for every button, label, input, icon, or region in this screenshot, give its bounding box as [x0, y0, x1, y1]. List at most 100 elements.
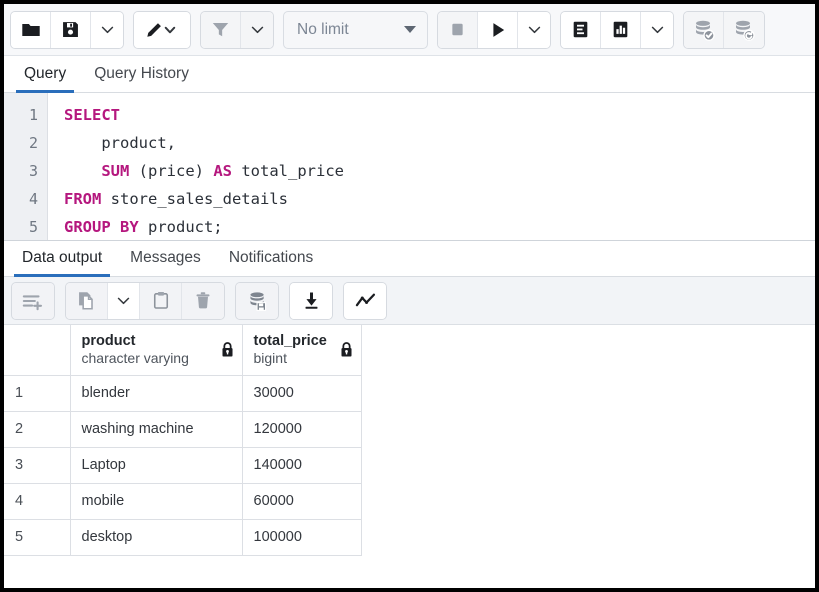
filter-button[interactable] [201, 12, 241, 48]
row-number: 2 [4, 411, 70, 447]
download-group [289, 282, 333, 320]
explain-button-group [560, 11, 674, 49]
sql-token: store_sales_details [101, 190, 288, 208]
tab-query[interactable]: Query [12, 59, 78, 92]
line-number: 3 [4, 157, 38, 185]
add-row-button[interactable] [12, 283, 54, 319]
download-csv-icon [301, 290, 322, 311]
row-number: 5 [4, 519, 70, 555]
tab-messages[interactable]: Messages [118, 243, 213, 276]
row-number: 4 [4, 483, 70, 519]
column-name: product [82, 333, 189, 350]
sql-line: FROM store_sales_details [64, 185, 815, 213]
cell-product[interactable]: Laptop [70, 447, 242, 483]
commit-database-check-icon [692, 18, 716, 42]
column-type: bigint [254, 350, 327, 367]
cell-total-price[interactable]: 120000 [242, 411, 361, 447]
sql-editor[interactable]: 1 2 3 4 5 SELECT product, SUM (price) AS… [4, 93, 815, 241]
lock-icon [221, 341, 234, 358]
result-grid-container[interactable]: product character varying [4, 325, 815, 577]
query-tabbar: Query Query History [4, 56, 815, 93]
edit-menu-button[interactable] [134, 12, 190, 48]
stop-query-button[interactable] [438, 12, 478, 48]
cell-product[interactable]: washing machine [70, 411, 242, 447]
column-header-total-price[interactable]: total_price bigint [242, 325, 361, 375]
chevron-down-icon [249, 21, 266, 38]
open-file-button[interactable] [11, 12, 51, 48]
sql-keyword: AS [213, 162, 232, 180]
sql-keyword: SUM [101, 162, 129, 180]
table-row[interactable]: 3Laptop140000 [4, 447, 361, 483]
table-row[interactable]: 4mobile60000 [4, 483, 361, 519]
save-data-changes-icon [246, 290, 269, 312]
row-number: 1 [4, 375, 70, 411]
column-type: character varying [82, 350, 189, 367]
cell-total-price[interactable]: 30000 [242, 375, 361, 411]
cell-total-price[interactable]: 140000 [242, 447, 361, 483]
cell-total-price[interactable]: 100000 [242, 519, 361, 555]
sql-line: SELECT [64, 101, 815, 129]
execute-button-group [437, 11, 551, 49]
table-row[interactable]: 5desktop100000 [4, 519, 361, 555]
graph-visualiser-button[interactable] [344, 283, 386, 319]
rollback-database-undo-icon [732, 18, 756, 42]
line-number: 1 [4, 101, 38, 129]
column-header-product[interactable]: product character varying [70, 325, 242, 375]
row-limit-value: No limit [297, 21, 349, 39]
result-grid: product character varying [4, 325, 362, 556]
tab-query-history[interactable]: Query History [82, 59, 201, 92]
cell-total-price[interactable]: 60000 [242, 483, 361, 519]
save-file-options-button[interactable] [91, 12, 123, 48]
table-row[interactable]: 1blender30000 [4, 375, 361, 411]
save-data-changes-button[interactable] [236, 283, 278, 319]
line-number: 5 [4, 213, 38, 241]
explain-analyze-button[interactable] [601, 12, 641, 48]
copy-options-button[interactable] [108, 283, 140, 319]
explain-options-button[interactable] [641, 12, 673, 48]
cell-product[interactable]: mobile [70, 483, 242, 519]
tab-data-output[interactable]: Data output [10, 243, 114, 276]
tab-notifications[interactable]: Notifications [217, 243, 325, 276]
commit-button[interactable] [684, 12, 724, 48]
sql-token: (price) [129, 162, 213, 180]
play-execute-icon [488, 20, 508, 40]
rollback-button[interactable] [724, 12, 764, 48]
explain-e-icon [570, 19, 591, 40]
sql-token: product; [139, 218, 223, 236]
table-row[interactable]: 2washing machine120000 [4, 411, 361, 447]
paste-clipboard-icon [151, 290, 171, 311]
execute-query-button[interactable] [478, 12, 518, 48]
sql-line: GROUP BY product; [64, 213, 815, 240]
filter-options-button[interactable] [241, 12, 273, 48]
explain-analyze-chart-icon [610, 19, 631, 40]
sql-code-area[interactable]: SELECT product, SUM (price) AS total_pri… [48, 93, 815, 240]
chevron-down-icon [526, 21, 543, 38]
query-toolbar: No limit [4, 4, 815, 56]
sql-token: total_price [232, 162, 344, 180]
filter-funnel-icon [210, 19, 231, 40]
row-limit-select[interactable]: No limit [283, 11, 428, 49]
line-number: 2 [4, 129, 38, 157]
copy-rows-icon [76, 290, 97, 311]
download-csv-button[interactable] [290, 283, 332, 319]
pgadmin-query-tool-window: No limit [0, 0, 819, 592]
cell-product[interactable]: desktop [70, 519, 242, 555]
graph-visualiser-icon [354, 290, 377, 311]
delete-rows-button[interactable] [182, 283, 224, 319]
explain-button[interactable] [561, 12, 601, 48]
copy-rows-button[interactable] [66, 283, 108, 319]
grid-body: 1blender300002washing machine1200003Lapt… [4, 375, 361, 555]
cell-product[interactable]: blender [70, 375, 242, 411]
chevron-down-icon [649, 21, 666, 38]
graph-group [343, 282, 387, 320]
execute-options-button[interactable] [518, 12, 550, 48]
stop-square-icon [448, 20, 467, 39]
file-button-group [10, 11, 124, 49]
save-file-button[interactable] [51, 12, 91, 48]
sql-line: product, [64, 129, 815, 157]
paste-button[interactable] [140, 283, 182, 319]
row-number: 3 [4, 447, 70, 483]
delete-trash-icon [193, 290, 213, 311]
chevron-down-icon [115, 292, 132, 309]
chevron-down-icon [99, 21, 116, 38]
